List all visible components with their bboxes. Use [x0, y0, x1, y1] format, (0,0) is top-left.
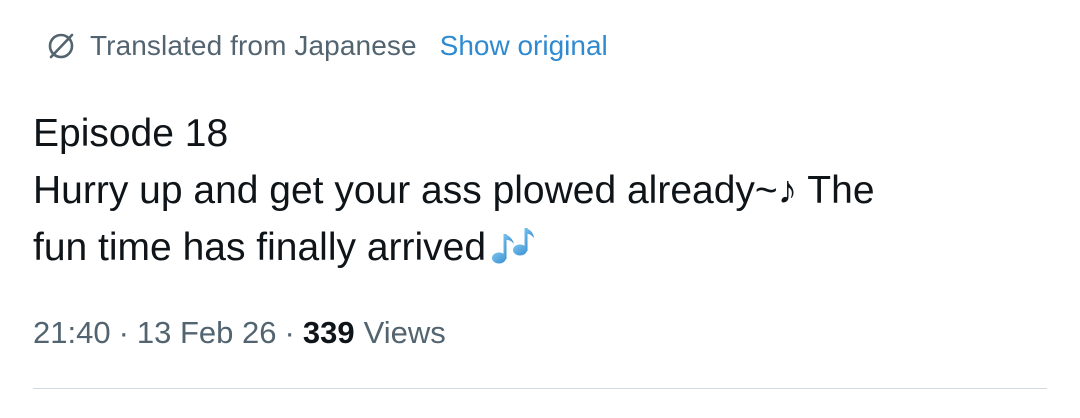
tweet-date[interactable]: 13 Feb 26 — [137, 315, 277, 351]
tweet-line-3: fun time has finally arrived — [33, 226, 487, 269]
views-label: Views — [363, 315, 446, 350]
tweet-time[interactable]: 21:40 — [33, 315, 111, 351]
tweet-text: Episode 18 Hurry up and get your ass plo… — [33, 105, 1043, 282]
translated-from-label: Translated from Japanese — [90, 30, 417, 61]
tweet-line-1: Episode 18 — [33, 112, 229, 155]
show-original-link[interactable]: Show original — [440, 30, 608, 62]
tweet-meta: 21:40 · 13 Feb 26 · 339 Views — [33, 311, 446, 355]
meta-separator: · — [118, 315, 129, 350]
views-count: 339 — [302, 315, 355, 350]
globe-translate-icon — [46, 31, 76, 61]
translation-bar: Translated from Japanese Show original — [46, 26, 608, 66]
multiple-musical-notes-icon — [490, 225, 536, 282]
tweet-line-3-wrap: fun time has finally arrived — [33, 219, 1043, 282]
divider — [33, 388, 1047, 389]
tweet-line-2: Hurry up and get your ass plowed already… — [33, 169, 875, 212]
meta-separator: · — [284, 315, 295, 350]
